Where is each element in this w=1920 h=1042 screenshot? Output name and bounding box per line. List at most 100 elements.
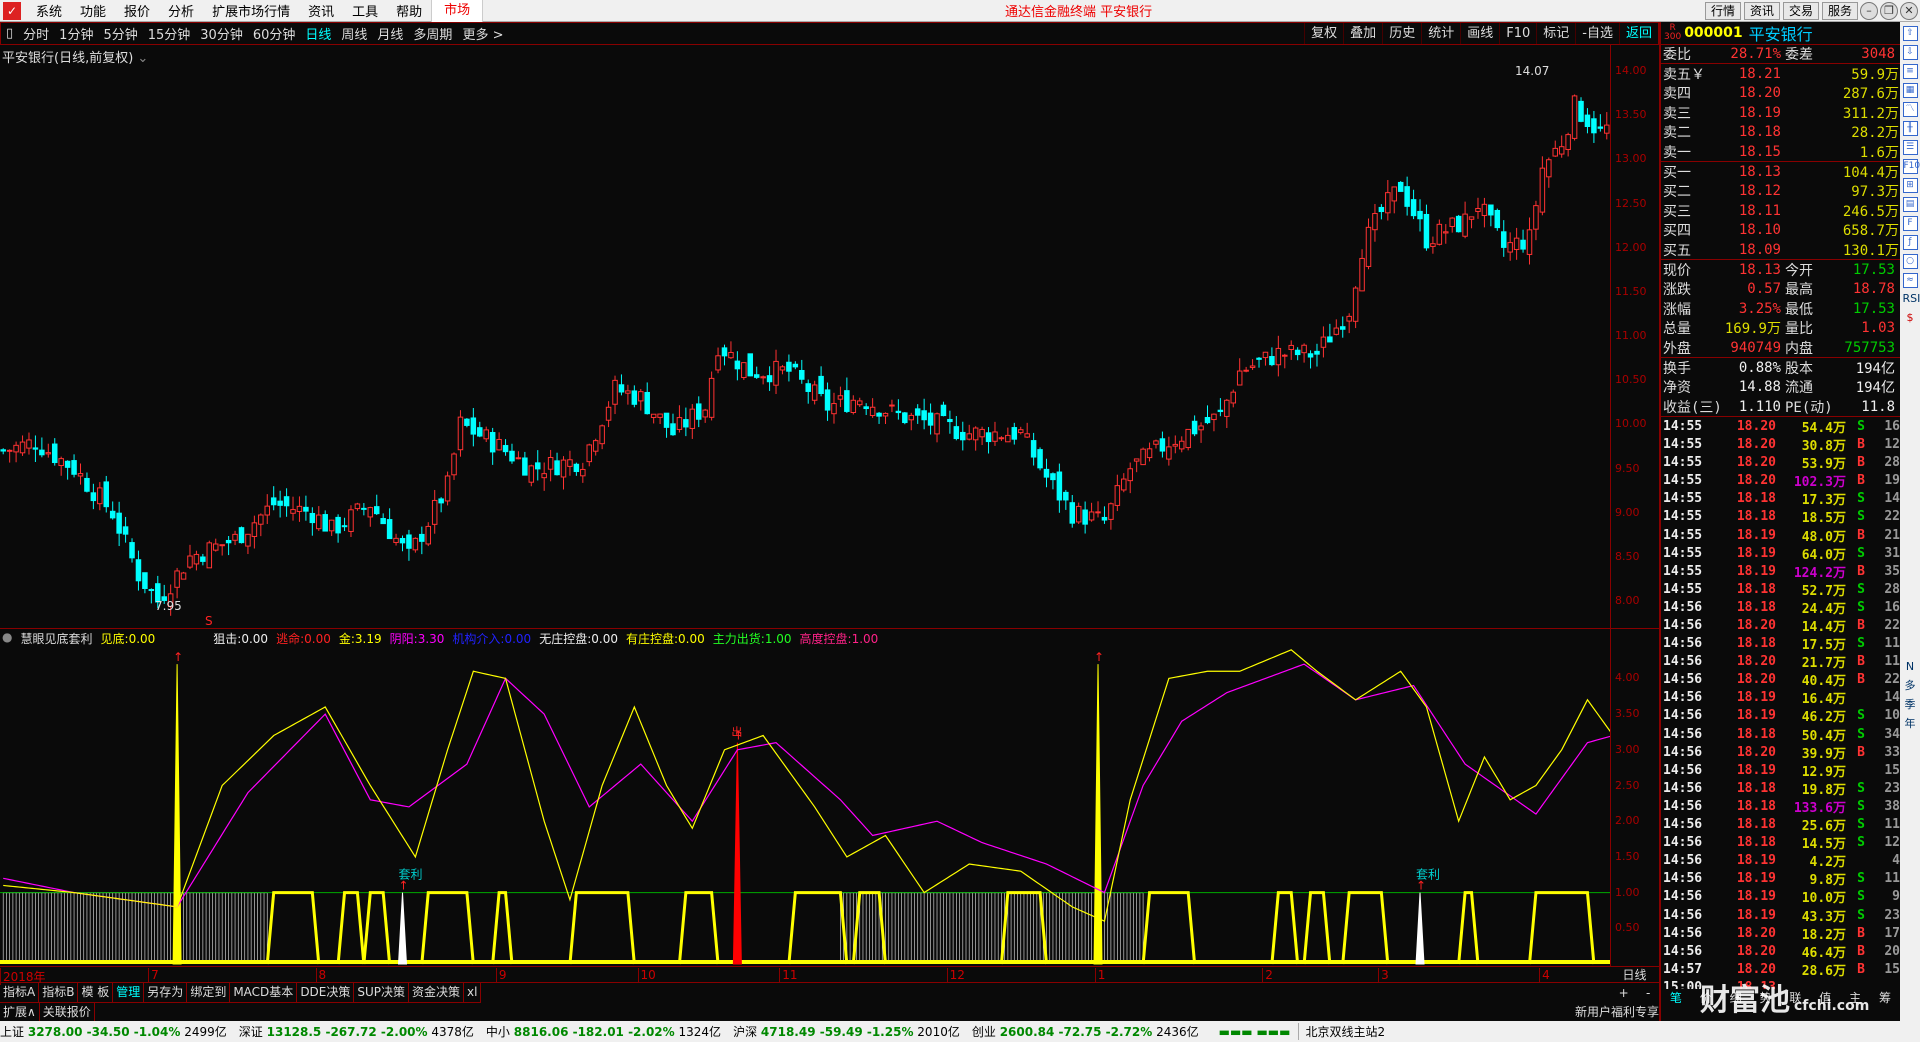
- menu-quote[interactable]: 报价: [115, 1, 159, 20]
- circle-icon[interactable]: ○: [1902, 254, 1918, 269]
- toolbar-button[interactable]: -自选: [1575, 23, 1619, 44]
- period-tab[interactable]: 分时: [18, 24, 54, 43]
- indicator-tab[interactable]: SUP决策: [354, 983, 410, 1002]
- candle-body: [650, 413, 657, 418]
- indicator-tab[interactable]: MACD基本: [230, 983, 298, 1002]
- candle-body: [116, 512, 122, 534]
- indicator-chart[interactable]: ↑ ↑↑↑ ↑套利 套利出: [0, 629, 1610, 966]
- trade-button[interactable]: 交易: [1782, 1, 1819, 20]
- multi-label[interactable]: 多: [1903, 679, 1918, 694]
- candle-body: [225, 539, 232, 544]
- trade-time: 14:56: [1663, 889, 1703, 905]
- candle-body: [1443, 231, 1449, 234]
- menu-help[interactable]: 帮助: [387, 1, 431, 20]
- candle-body: [831, 403, 837, 415]
- period-tab[interactable]: 更多 >: [457, 24, 508, 43]
- period-tab[interactable]: 30分钟: [195, 24, 248, 43]
- detail-tab[interactable]: 筹: [1879, 989, 1891, 1007]
- news-button[interactable]: 资讯: [1743, 1, 1780, 20]
- toolbar-button[interactable]: 复权: [1304, 23, 1343, 44]
- indicator-tab[interactable]: 绑定到: [187, 983, 231, 1002]
- quote-list-icon[interactable]: ≡: [1902, 64, 1918, 79]
- menu-tools[interactable]: 工具: [343, 1, 387, 20]
- indicator-val: 3.19: [354, 632, 382, 646]
- indicator-tab[interactable]: xl: [464, 983, 482, 1002]
- menu-ext-market[interactable]: 扩展市场行情: [203, 1, 299, 20]
- indicator-tab[interactable]: 资金决策: [409, 983, 465, 1002]
- indicator-panel[interactable]: ↑ ↑ ↑ ↑ ↑ 套利 套利出 4.00 3.50 3.00 2.50 2.00 1.50 1.00 0…: [0, 628, 1659, 966]
- line-chart-icon[interactable]: 〽: [1902, 102, 1918, 117]
- f10-icon[interactable]: F10: [1902, 159, 1920, 174]
- year-label[interactable]: 年: [1903, 717, 1918, 732]
- period-tab[interactable]: 多周期: [408, 24, 457, 43]
- toolbar-button[interactable]: F10: [1499, 23, 1536, 44]
- indicator-tab[interactable]: 管理: [113, 983, 145, 1002]
- candle-body: [1075, 505, 1082, 523]
- toolbar-button[interactable]: 统计: [1421, 23, 1460, 44]
- candle-body: [580, 468, 586, 477]
- menu-market[interactable]: 市场: [431, 0, 484, 22]
- menu-news[interactable]: 资讯: [299, 1, 343, 20]
- period-tab[interactable]: 月线: [372, 24, 408, 43]
- period-tab[interactable]: 1分钟: [54, 24, 98, 43]
- arrow-up-icon[interactable]: ⇧: [1902, 26, 1918, 41]
- period-tab[interactable]: 5分钟: [98, 24, 142, 43]
- trade-row: 14:56 18.18 14.5万 S 12: [1661, 834, 1900, 852]
- indicator-tab[interactable]: 指标A: [0, 983, 40, 1002]
- season-label[interactable]: 季: [1903, 698, 1918, 713]
- toolbar-button[interactable]: 标记: [1536, 23, 1575, 44]
- list-icon[interactable]: ☰: [1902, 140, 1918, 155]
- extension-tab[interactable]: 扩展∧: [0, 1003, 40, 1021]
- f-icon[interactable]: F: [1902, 216, 1918, 231]
- date-tick: 3: [1378, 968, 1389, 982]
- indicator-menu-icon[interactable]: ●: [2, 630, 12, 647]
- price-tick: 8.50: [1615, 549, 1640, 563]
- period-tab[interactable]: 15分钟: [143, 24, 196, 43]
- tree-icon[interactable]: ⊞: [1902, 178, 1918, 193]
- trade-side: B: [1857, 563, 1865, 579]
- indicator-tab[interactable]: 模 板: [78, 983, 114, 1002]
- zoom-out-button[interactable]: -: [1646, 984, 1650, 1002]
- n-label[interactable]: N: [1903, 660, 1918, 675]
- trade-price: 18.18: [1736, 817, 1776, 833]
- candle-body: [876, 412, 882, 417]
- period-tab[interactable]: 周线: [336, 24, 372, 43]
- candle-body: [1288, 344, 1294, 350]
- toolbar-button[interactable]: 历史: [1382, 23, 1421, 44]
- menu-function[interactable]: 功能: [71, 1, 115, 20]
- menu-system[interactable]: 系统: [27, 1, 71, 20]
- period-tab[interactable]: 日线: [300, 24, 336, 43]
- s-icon[interactable]: $: [1903, 311, 1918, 326]
- fx-icon[interactable]: ƒ: [1902, 235, 1918, 250]
- toolbar-button[interactable]: 叠加: [1343, 23, 1382, 44]
- book-icon[interactable]: ▤: [1902, 197, 1918, 212]
- period-tab[interactable]: 60分钟: [248, 24, 301, 43]
- toolbar-button[interactable]: 返回: [1618, 23, 1658, 44]
- candle-icon[interactable]: ╫: [1902, 121, 1918, 136]
- indicator-tab[interactable]: 另存为: [144, 983, 188, 1002]
- restore-icon[interactable]: ❐: [1880, 1, 1898, 20]
- rsi-icon[interactable]: RSI: [1903, 292, 1920, 307]
- indicator-tab[interactable]: 指标B: [39, 983, 79, 1002]
- grid-icon[interactable]: ▦: [1902, 83, 1918, 98]
- service-button[interactable]: 服务: [1821, 1, 1858, 20]
- detail-tab[interactable]: 笔: [1670, 989, 1682, 1007]
- zoom-in-button[interactable]: +: [1619, 984, 1629, 1002]
- promo-link[interactable]: 新用户福利专享: [1575, 1003, 1659, 1020]
- menu-analysis[interactable]: 分析: [159, 1, 203, 20]
- trade-list[interactable]: 14:55 18.20 54.4万 S 16 14:55 18.20 30.8万 B 12 14:5…: [1661, 417, 1900, 989]
- candle-body: [122, 526, 129, 535]
- wave-icon[interactable]: ≈: [1902, 273, 1918, 288]
- indicator-tab[interactable]: DDE决策: [297, 983, 355, 1002]
- toolbar-button[interactable]: 画线: [1460, 23, 1499, 44]
- index-value: 3278.00 -34.50 -1.04%: [27, 1025, 181, 1039]
- toggle-panel-icon[interactable]: ▯: [1, 26, 18, 41]
- quote-button[interactable]: 行情: [1704, 1, 1741, 20]
- candlestick-chart[interactable]: 14.07 7.95 S: [0, 45, 1610, 628]
- extension-tab[interactable]: 关联报价: [40, 1003, 95, 1021]
- server-name[interactable]: 北京双线主站2: [1298, 1023, 1385, 1040]
- close-icon[interactable]: ✕: [1900, 1, 1918, 20]
- candle-body: [573, 463, 580, 473]
- arrow-down-icon[interactable]: ⇩: [1902, 45, 1918, 60]
- minimize-icon[interactable]: –: [1860, 1, 1878, 20]
